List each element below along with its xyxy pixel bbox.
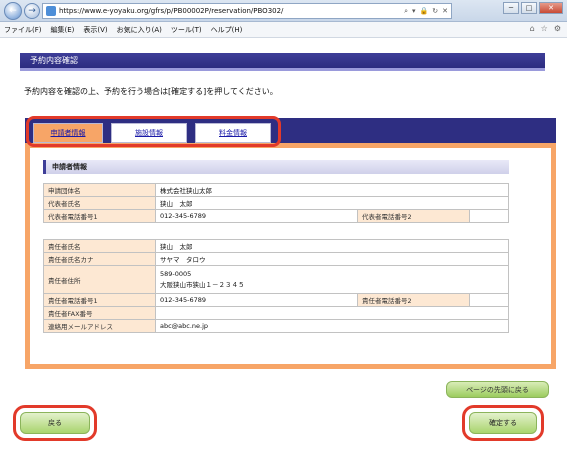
rep-phone2-label: 代表者電話番号2 [357, 209, 470, 223]
tab-highlight-outline [26, 116, 281, 147]
resp-kana-value: サヤマ タロウ [155, 252, 509, 266]
resp-postal-value: 589-0005 [160, 269, 192, 278]
page-title: 予約内容確認 [20, 53, 545, 71]
table-row: 申請団体名 株式会社狭山太郎 [43, 183, 509, 197]
back-to-top-button[interactable]: ページの先頭に戻る [446, 381, 549, 398]
minimize-icon[interactable]: ─ [503, 2, 519, 14]
resp-fax-value [155, 306, 509, 320]
menu-file[interactable]: ファイル(F) [4, 25, 42, 35]
rep-phone1-value: 012-345-6789 [155, 209, 358, 223]
url-text[interactable]: https://www.e-yoyaku.org/gfrs/p/PB00002P… [59, 7, 404, 15]
resp-name-value: 狭山 太郎 [155, 239, 509, 253]
contact-email-value: abc@abc.ne.jp [155, 319, 509, 333]
resp-address-cell: 589-0005 大阪狭山市狭山１－２３４５ [155, 265, 509, 294]
applicant-info-heading: 申請者情報 [43, 160, 509, 174]
table-row: 責任者氏名 狭山 太郎 [43, 239, 509, 253]
applicant-table: 申請団体名 株式会社狭山太郎 代表者氏名 狭山 太郎 代表者電話番号1 012-… [43, 183, 509, 223]
resp-address-value: 大阪狭山市狭山１－２３４５ [160, 280, 245, 289]
menu-bar: ファイル(F) 編集(E) 表示(V) お気に入り(A) ツール(T) ヘルプ(… [0, 22, 567, 38]
table-row: 責任者氏名カナ サヤマ タロウ [43, 252, 509, 266]
table-row: 責任者住所 589-0005 大阪狭山市狭山１－２３４５ [43, 265, 509, 294]
search-icon[interactable]: ⌕ [404, 7, 408, 16]
rep-name-label: 代表者氏名 [43, 196, 156, 210]
org-name-label: 申請団体名 [43, 183, 156, 197]
resp-kana-label: 責任者氏名カナ [43, 252, 156, 266]
confirm-button[interactable]: 確定する [469, 412, 537, 434]
rep-phone2-value [469, 209, 509, 223]
rep-name-value: 狭山 太郎 [155, 196, 509, 210]
back-button[interactable]: 戻る [20, 412, 90, 434]
table-row: 責任者FAX番号 [43, 306, 509, 320]
contact-email-label: 連絡用メールアドレス [43, 319, 156, 333]
close-icon[interactable]: ✕ [539, 2, 563, 14]
page-content: 予約内容確認 予約内容を確認の上、予約を行う場合は[確定する]を押してください。… [0, 39, 567, 458]
menu-help[interactable]: ヘルプ(H) [211, 25, 243, 35]
home-icon[interactable]: ⌂ [530, 24, 535, 33]
resp-name-label: 責任者氏名 [43, 239, 156, 253]
resp-phone1-value: 012-345-6789 [155, 293, 358, 307]
lock-icon[interactable]: 🔒 [420, 7, 429, 16]
address-tools: ⌕ ▾ 🔒 ↻ ✕ [404, 7, 448, 16]
address-bar[interactable]: https://www.e-yoyaku.org/gfrs/p/PB00002P… [42, 3, 452, 19]
applicant-info-panel: 申請者情報 申請団体名 株式会社狭山太郎 代表者氏名 狭山 太郎 代表者電話番号… [25, 143, 556, 369]
menu-edit[interactable]: 編集(E) [51, 25, 75, 35]
refresh-icon[interactable]: ↻ [432, 7, 438, 16]
table-row: 代表者氏名 狭山 太郎 [43, 196, 509, 210]
resp-phone1-label: 責任者電話番号1 [43, 293, 156, 307]
window-controls: ─ □ ✕ [503, 2, 563, 14]
instruction-text: 予約内容を確認の上、予約を行う場合は[確定する]を押してください。 [24, 87, 278, 96]
resp-phone2-label: 責任者電話番号2 [357, 293, 470, 307]
back-arrow-icon[interactable]: ← [4, 2, 22, 20]
table-row: 連絡用メールアドレス abc@abc.ne.jp [43, 319, 509, 333]
menu-view[interactable]: 表示(V) [83, 25, 107, 35]
browser-titlebar: ← → https://www.e-yoyaku.org/gfrs/p/PB00… [0, 0, 567, 22]
org-name-value: 株式会社狭山太郎 [155, 183, 509, 197]
dropdown-icon[interactable]: ▾ [412, 7, 416, 16]
menu-tools[interactable]: ツール(T) [171, 25, 202, 35]
resp-fax-label: 責任者FAX番号 [43, 306, 156, 320]
maximize-icon[interactable]: □ [521, 2, 537, 14]
forward-arrow-icon[interactable]: → [24, 3, 40, 19]
resp-address-label: 責任者住所 [43, 265, 156, 294]
resp-phone2-value [469, 293, 509, 307]
table-row: 責任者電話番号1 012-345-6789 責任者電話番号2 [43, 293, 509, 307]
settings-gear-icon[interactable]: ⚙ [554, 24, 561, 33]
favorites-star-icon[interactable]: ☆ [541, 24, 548, 33]
table-row: 代表者電話番号1 012-345-6789 代表者電話番号2 [43, 209, 509, 223]
responsible-person-table: 責任者氏名 狭山 太郎 責任者氏名カナ サヤマ タロウ 責任者住所 589-00… [43, 239, 509, 333]
rep-phone1-label: 代表者電話番号1 [43, 209, 156, 223]
site-favicon-icon [46, 6, 56, 16]
browser-toolbar-icons: ⌂ ☆ ⚙ [530, 24, 561, 33]
stop-icon[interactable]: ✕ [442, 7, 448, 16]
menu-favorites[interactable]: お気に入り(A) [117, 25, 162, 35]
